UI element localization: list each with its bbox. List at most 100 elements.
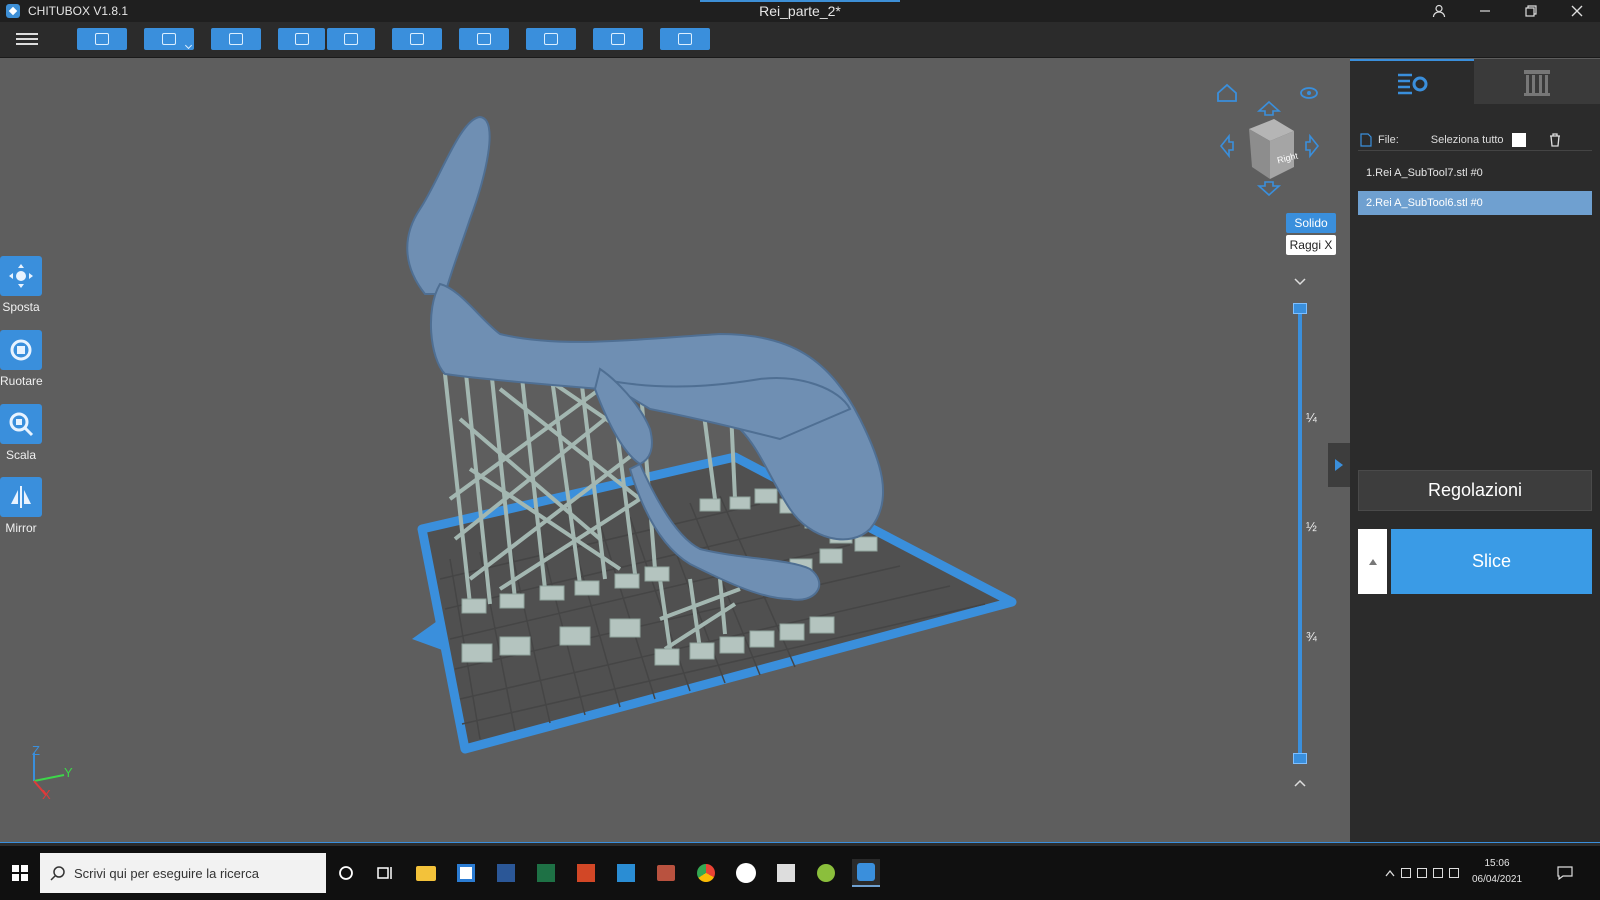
open-file-button[interactable]: [77, 28, 127, 50]
rotate-tool-button[interactable]: [0, 330, 42, 370]
move-tool[interactable]: Sposta: [0, 256, 42, 314]
layout-icon: [410, 33, 424, 45]
minimize-button[interactable]: [1462, 0, 1508, 22]
layer-mark-quarter: ¼: [1306, 410, 1317, 425]
taskbar-app-green[interactable]: [812, 859, 840, 887]
printer-settings-button[interactable]: [526, 28, 576, 50]
arrow-left-icon[interactable]: [1219, 133, 1234, 159]
taskbar-app-red[interactable]: [652, 859, 680, 887]
trash-icon[interactable]: [1548, 132, 1562, 147]
folder-icon: [95, 33, 109, 45]
file-list-item-selected[interactable]: 2.Rei A_SubTool6.stl #0: [1358, 191, 1592, 215]
restore-button[interactable]: [1508, 0, 1554, 22]
file-icon: [1360, 132, 1372, 147]
play-arrow-icon: [1335, 459, 1343, 471]
layer-slider-top-handle[interactable]: [1293, 303, 1307, 314]
move-tool-button[interactable]: [0, 256, 42, 296]
home-view-icon[interactable]: [1217, 83, 1237, 102]
collapse-panel-button[interactable]: [1328, 443, 1350, 487]
word-icon: [497, 864, 515, 882]
undo-button[interactable]: [278, 28, 325, 50]
taskbar-chitubox[interactable]: [852, 859, 880, 887]
notifications-icon[interactable]: [1557, 866, 1573, 880]
close-icon: [1571, 5, 1583, 17]
scale-tool-button[interactable]: [0, 404, 42, 444]
hollow-button[interactable]: [593, 28, 643, 50]
slice-options-toggle[interactable]: [1358, 529, 1387, 594]
start-button[interactable]: [0, 846, 40, 900]
taskbar-word[interactable]: [492, 859, 520, 887]
powerpoint-icon: [577, 864, 595, 882]
arrow-right-icon[interactable]: [1305, 133, 1320, 159]
taskbar-chrome[interactable]: [692, 859, 720, 887]
taskbar-publisher[interactable]: [612, 859, 640, 887]
tray-icons[interactable]: [1401, 868, 1471, 878]
auto-layout-button[interactable]: [392, 28, 442, 50]
account-button[interactable]: [1416, 0, 1462, 22]
adjust-button[interactable]: Regolazioni: [1358, 470, 1592, 511]
dig-hole-button[interactable]: [660, 28, 710, 50]
mirror-tool-button[interactable]: [0, 477, 42, 517]
title-accent-line: [700, 0, 900, 2]
taskbar-excel[interactable]: [532, 859, 560, 887]
tab-supports[interactable]: [1474, 59, 1600, 104]
select-all-checkbox[interactable]: [1511, 132, 1526, 147]
rotate-tool[interactable]: Ruotare: [0, 330, 43, 388]
menu-icon: [16, 33, 38, 35]
caret-up-icon: [1368, 558, 1377, 565]
tray-chevron-up-icon[interactable]: [1385, 869, 1395, 877]
tray-date[interactable]: 06/04/2021: [1471, 874, 1523, 885]
mirror-icon: [11, 486, 31, 508]
pen-icon: [1449, 868, 1459, 878]
redo-icon: [344, 33, 358, 45]
search-icon: [50, 866, 65, 881]
cortana-button[interactable]: [332, 859, 360, 887]
user-icon: [1432, 4, 1446, 18]
hamburger-menu-button[interactable]: [16, 30, 38, 50]
move-icon: [9, 264, 33, 288]
taskbar-zbrush[interactable]: [772, 859, 800, 887]
taskbar-file-explorer[interactable]: [412, 859, 440, 887]
app-icon: [657, 865, 675, 881]
file-label: File:: [1378, 133, 1399, 146]
layer-slider-track[interactable]: [1298, 303, 1302, 755]
rotate-icon: [10, 339, 32, 361]
xray-view-toggle[interactable]: Raggi X: [1286, 235, 1336, 255]
screenshot-button[interactable]: [211, 28, 261, 50]
tab-model-settings[interactable]: [1350, 59, 1474, 104]
chitubox-logo-icon: [6, 4, 20, 18]
3d-viewport[interactable]: Sposta Ruotare Scala Mirror Right Solido…: [0, 59, 1350, 842]
tray-time[interactable]: 15:06: [1477, 858, 1517, 869]
document-title: Rei_parte_2*: [759, 3, 841, 19]
scale-tool[interactable]: Scala: [0, 404, 42, 462]
copy-button[interactable]: [459, 28, 509, 50]
hollow-icon: [611, 33, 625, 45]
taskbar-powerpoint[interactable]: [572, 859, 600, 887]
save-button[interactable]: [144, 28, 194, 50]
layer-slider-down-chevron-icon[interactable]: [1293, 277, 1307, 287]
taskbar-search-box[interactable]: Scrivi qui per eseguire la ricerca: [40, 853, 326, 893]
zbrush-icon: [777, 864, 795, 882]
supports-columns-icon: [1524, 69, 1550, 96]
file-list-item[interactable]: 1.Rei A_SubTool7.stl #0: [1358, 161, 1592, 185]
taskbar-store[interactable]: [452, 859, 480, 887]
mirror-tool[interactable]: Mirror: [0, 477, 42, 535]
eye-icon[interactable]: [1300, 87, 1318, 99]
cortana-circle-icon: [339, 866, 353, 880]
redo-button[interactable]: [327, 28, 375, 50]
slice-button[interactable]: Slice: [1391, 529, 1592, 594]
arrow-up-icon[interactable]: [1256, 100, 1282, 116]
arrow-down-icon[interactable]: [1256, 181, 1282, 197]
taskbar-app-circle[interactable]: [732, 859, 760, 887]
network-icon: [1401, 868, 1411, 878]
display-icon: [1417, 868, 1427, 878]
file-list-header: File: Seleziona tutto: [1358, 129, 1592, 151]
orientation-cube[interactable]: [1249, 119, 1294, 179]
layer-slider-bottom-handle[interactable]: [1293, 753, 1307, 764]
excel-icon: [537, 864, 555, 882]
solid-view-toggle[interactable]: Solido: [1286, 213, 1336, 233]
title-bar: CHITUBOX V1.8.1 Rei_parte_2*: [0, 0, 1600, 22]
task-view-button[interactable]: [372, 859, 400, 887]
close-button[interactable]: [1554, 0, 1600, 22]
layer-slider-up-chevron-icon[interactable]: [1293, 778, 1307, 788]
